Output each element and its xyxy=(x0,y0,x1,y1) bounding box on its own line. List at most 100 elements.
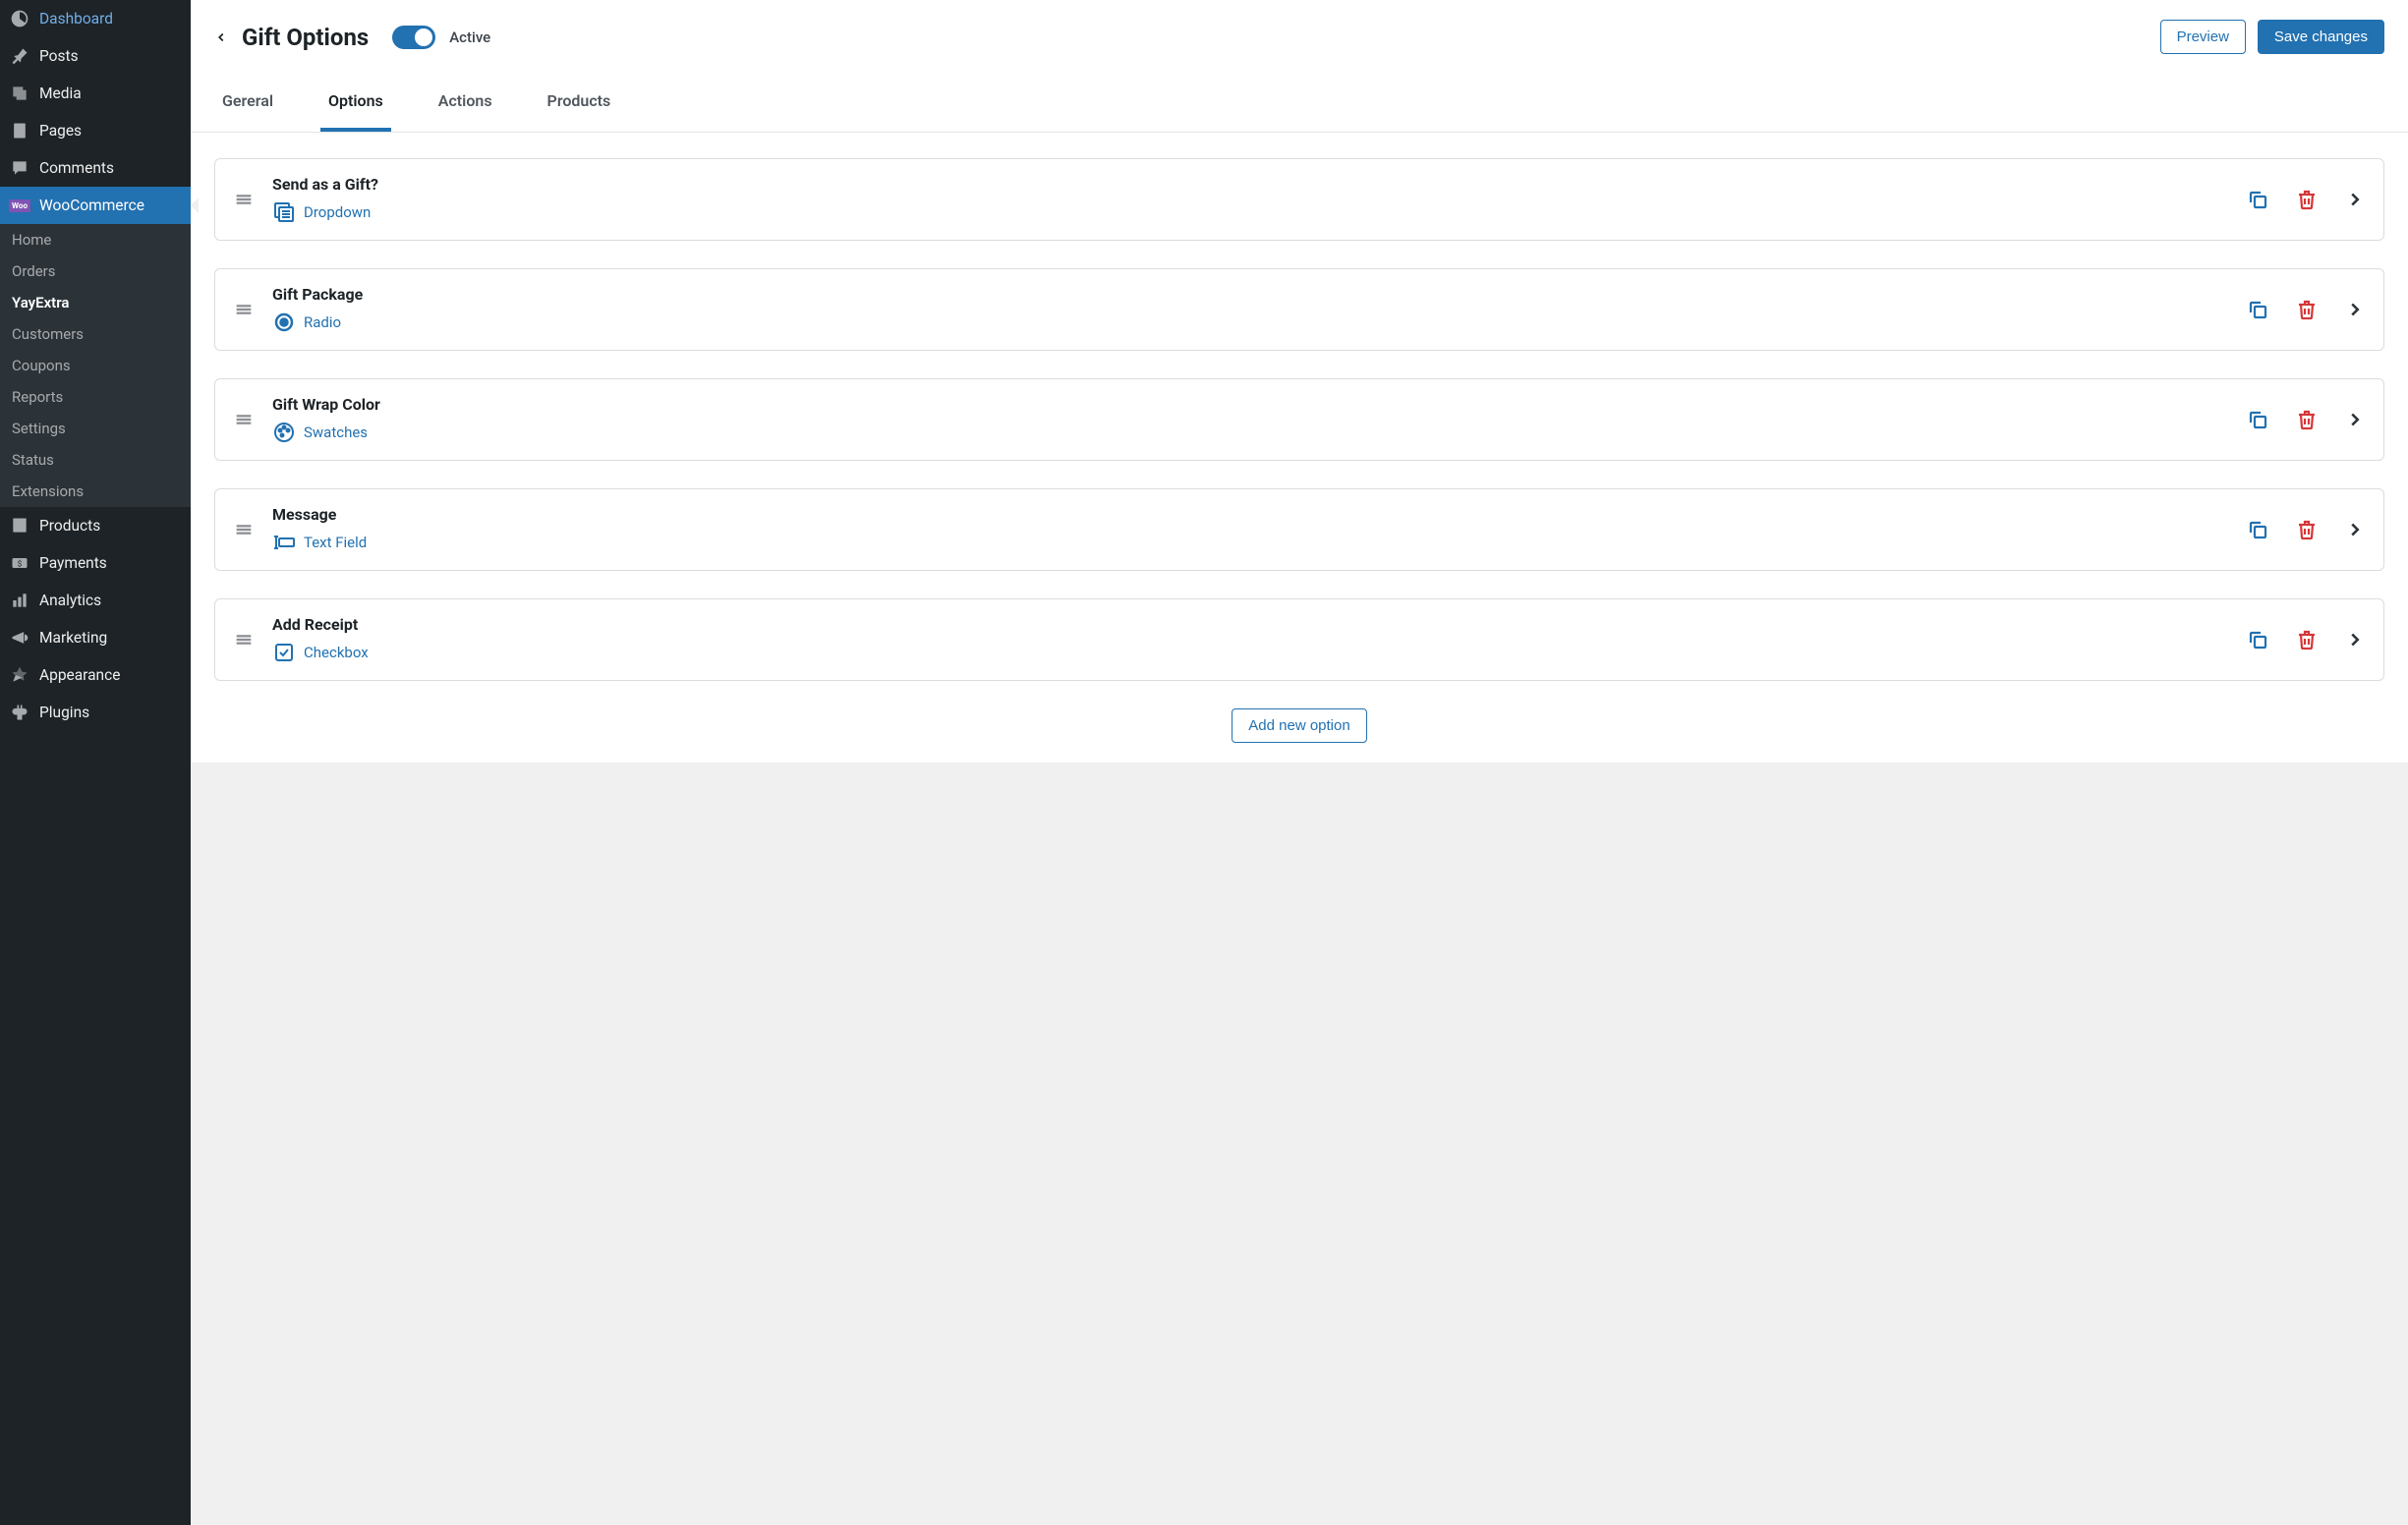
option-type-label: Dropdown xyxy=(304,203,371,221)
sidebar-sub-item-orders[interactable]: Orders xyxy=(0,255,191,287)
media-icon xyxy=(10,84,29,103)
drag-handle-icon[interactable] xyxy=(233,189,255,210)
appearance-icon xyxy=(10,665,29,685)
sidebar-item-woocommerce[interactable]: Woo WooCommerce xyxy=(0,187,191,224)
settings-tabs: Gereral Options Actions Products xyxy=(191,74,2408,133)
copy-icon[interactable] xyxy=(2246,518,2269,541)
option-type-label: Text Field xyxy=(304,534,367,551)
sidebar-sub-item-customers[interactable]: Customers xyxy=(0,318,191,350)
sidebar-item-media[interactable]: Media xyxy=(0,75,191,112)
option-actions xyxy=(2246,518,2366,541)
chevron-right-icon[interactable] xyxy=(2344,299,2366,320)
checkbox-icon xyxy=(272,641,296,664)
sidebar-item-label: Plugins xyxy=(39,704,89,721)
tab-gereral[interactable]: Gereral xyxy=(214,74,281,132)
toggle-knob xyxy=(415,28,432,46)
tab-products[interactable]: Products xyxy=(540,74,619,132)
option-title: Gift Package xyxy=(272,285,2246,304)
page-title: Gift Options xyxy=(242,24,369,51)
sidebar-item-products[interactable]: Products xyxy=(0,507,191,544)
sidebar-item-label: Payments xyxy=(39,554,107,572)
drag-handle-icon[interactable] xyxy=(233,519,255,540)
tab-options[interactable]: Options xyxy=(320,74,391,132)
option-content: Send as a Gift?Dropdown xyxy=(272,175,2246,224)
back-button[interactable] xyxy=(214,27,228,48)
chevron-right-icon[interactable] xyxy=(2344,519,2366,540)
sidebar-sub-item-status[interactable]: Status xyxy=(0,444,191,476)
option-type[interactable]: Swatches xyxy=(272,421,2246,444)
option-type-label: Radio xyxy=(304,313,341,331)
trash-icon[interactable] xyxy=(2295,518,2319,541)
drag-handle-icon[interactable] xyxy=(233,299,255,320)
sidebar-item-marketing[interactable]: Marketing xyxy=(0,619,191,656)
option-actions xyxy=(2246,188,2366,211)
radio-icon xyxy=(272,311,296,334)
options-list: Send as a Gift?Dropdown Gift Package Radio… xyxy=(191,133,2408,762)
sidebar-item-label: Appearance xyxy=(39,666,120,684)
trash-icon[interactable] xyxy=(2295,408,2319,431)
option-content: Add ReceiptCheckbox xyxy=(272,615,2246,664)
admin-sidebar: DashboardPostsMediaPagesComments Woo WooCo… xyxy=(0,0,191,1525)
option-type[interactable]: Checkbox xyxy=(272,641,2246,664)
textfield-icon xyxy=(272,531,296,554)
sidebar-item-label: WooCommerce xyxy=(39,197,144,214)
trash-icon[interactable] xyxy=(2295,188,2319,211)
plugins-icon xyxy=(10,703,29,722)
analytics-icon xyxy=(10,591,29,610)
woo-icon: Woo xyxy=(10,196,29,215)
copy-icon[interactable] xyxy=(2246,188,2269,211)
chevron-right-icon[interactable] xyxy=(2344,189,2366,210)
tab-actions[interactable]: Actions xyxy=(430,74,500,132)
option-content: MessageText Field xyxy=(272,505,2246,554)
add-option-wrap: Add new option xyxy=(214,708,2384,743)
sidebar-sub-item-reports[interactable]: Reports xyxy=(0,381,191,413)
toggle-status-label: Active xyxy=(449,28,490,46)
option-row: MessageText Field xyxy=(214,488,2384,571)
drag-handle-icon[interactable] xyxy=(233,409,255,430)
sidebar-item-comments[interactable]: Comments xyxy=(0,149,191,187)
add-option-button[interactable]: Add new option xyxy=(1232,708,1366,743)
sidebar-item-appearance[interactable]: Appearance xyxy=(0,656,191,694)
settings-panel: Gereral Options Actions Products Send as a … xyxy=(191,74,2408,762)
sidebar-item-analytics[interactable]: Analytics xyxy=(0,582,191,619)
copy-icon[interactable] xyxy=(2246,628,2269,651)
sidebar-item-plugins[interactable]: Plugins xyxy=(0,694,191,731)
sidebar-sub-item-yayextra[interactable]: YayExtra xyxy=(0,287,191,318)
content-wrap: Gereral Options Actions Products Send as a … xyxy=(191,74,2408,1525)
drag-handle-icon[interactable] xyxy=(233,629,255,650)
save-button[interactable]: Save changes xyxy=(2258,20,2384,54)
option-content: Gift Package Radio xyxy=(272,285,2246,334)
sidebar-sub-item-home[interactable]: Home xyxy=(0,224,191,255)
option-row: Add ReceiptCheckbox xyxy=(214,598,2384,681)
option-title: Gift Wrap Color xyxy=(272,395,2246,414)
sidebar-item-dashboard[interactable]: Dashboard xyxy=(0,0,191,37)
sidebar-item-label: Analytics xyxy=(39,592,101,609)
option-type[interactable]: Radio xyxy=(272,311,2246,334)
trash-icon[interactable] xyxy=(2295,298,2319,321)
copy-icon[interactable] xyxy=(2246,408,2269,431)
option-type-label: Checkbox xyxy=(304,644,369,661)
active-toggle[interactable] xyxy=(392,26,435,49)
marketing-icon xyxy=(10,628,29,648)
sidebar-item-posts[interactable]: Posts xyxy=(0,37,191,75)
svg-text:$: $ xyxy=(18,558,23,569)
trash-icon[interactable] xyxy=(2295,628,2319,651)
option-content: Gift Wrap Color Swatches xyxy=(272,395,2246,444)
option-type[interactable]: Dropdown xyxy=(272,200,2246,224)
option-type-label: Swatches xyxy=(304,424,368,441)
sidebar-item-pages[interactable]: Pages xyxy=(0,112,191,149)
page-icon xyxy=(10,121,29,141)
page-header: Gift Options Active Preview Save changes xyxy=(191,0,2408,74)
sidebar-item-payments[interactable]: $ Payments xyxy=(0,544,191,582)
preview-button[interactable]: Preview xyxy=(2160,20,2246,54)
chevron-right-icon[interactable] xyxy=(2344,629,2366,650)
option-type[interactable]: Text Field xyxy=(272,531,2246,554)
copy-icon[interactable] xyxy=(2246,298,2269,321)
option-actions xyxy=(2246,408,2366,431)
option-actions xyxy=(2246,628,2366,651)
chevron-right-icon[interactable] xyxy=(2344,409,2366,430)
sidebar-sub-item-settings[interactable]: Settings xyxy=(0,413,191,444)
sidebar-sub-item-extensions[interactable]: Extensions xyxy=(0,476,191,507)
sidebar-sub-item-coupons[interactable]: Coupons xyxy=(0,350,191,381)
sidebar-item-label: Marketing xyxy=(39,629,107,647)
